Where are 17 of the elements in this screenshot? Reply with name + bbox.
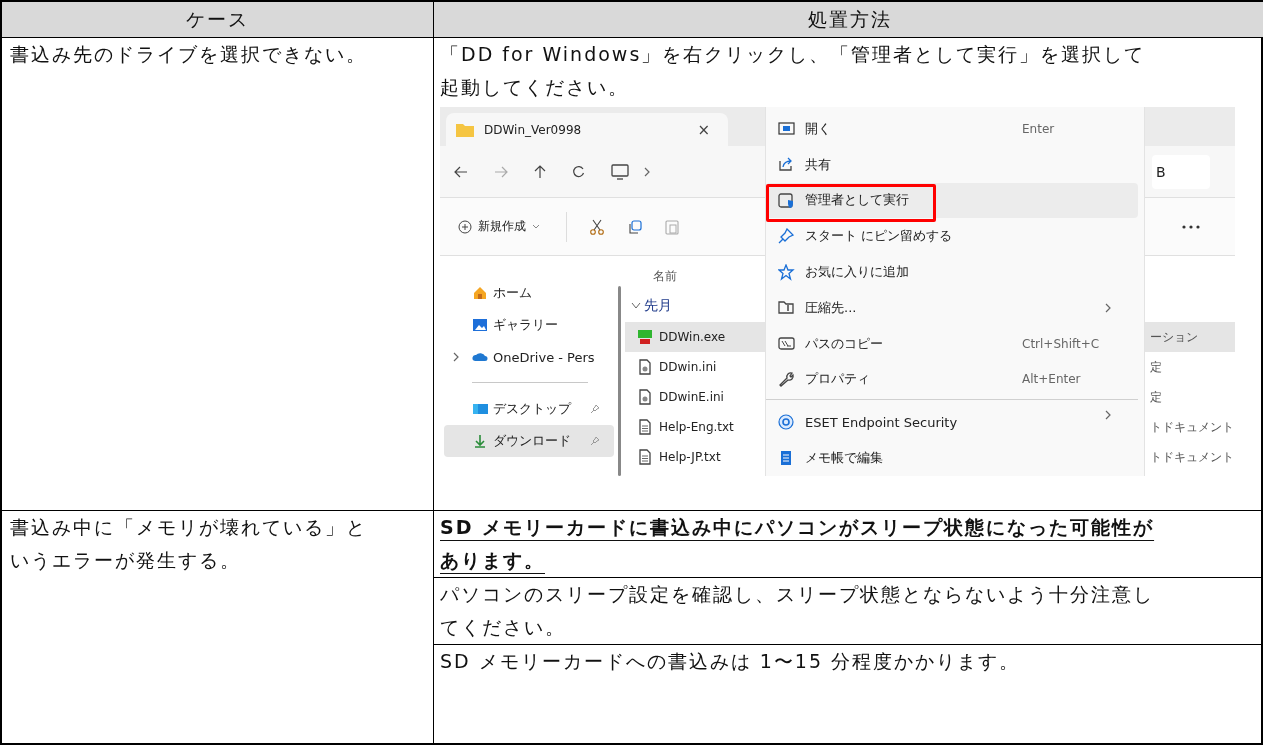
file-type: 定 (1150, 358, 1162, 376)
paragraph: SD メモリーカードへの書込みは 1〜15 分程度かかります。 (434, 644, 1263, 678)
table-cell: 書込み中に「メモリが壊れている」というエラーが発生する。 (2, 511, 434, 743)
table-cell: 書込み先のドライブを選択できない。 (2, 38, 434, 511)
warning-text: SD メモリーカードに書込み中にパソコンがスリープ状態になった可能性があります。 (440, 516, 1155, 571)
shortcut-text: Alt+Enter (1022, 372, 1082, 387)
paragraph: パソコンのスリープ設定を確認し、スリープ状態とならないよう十分注意してください。 (434, 577, 1263, 644)
tab-title: DDWin_Ver0998 (484, 122, 583, 137)
shortcut-text: Enter (1022, 121, 1056, 136)
column-header: ケース (2, 2, 434, 38)
column-header: 処置方法 (434, 2, 1263, 38)
file-type: トドキュメント (1150, 418, 1234, 436)
paragraph: 「DD for Windows」を右クリックし、「管理者として実行」を選択して起動してください。 (439, 42, 1147, 100)
file-type: 定 (1150, 388, 1162, 406)
shortcut-text: Ctrl+Shift+C (1022, 336, 1101, 351)
file-type: ーション (1150, 328, 1198, 346)
file-type: トドキュメント (1150, 448, 1234, 466)
